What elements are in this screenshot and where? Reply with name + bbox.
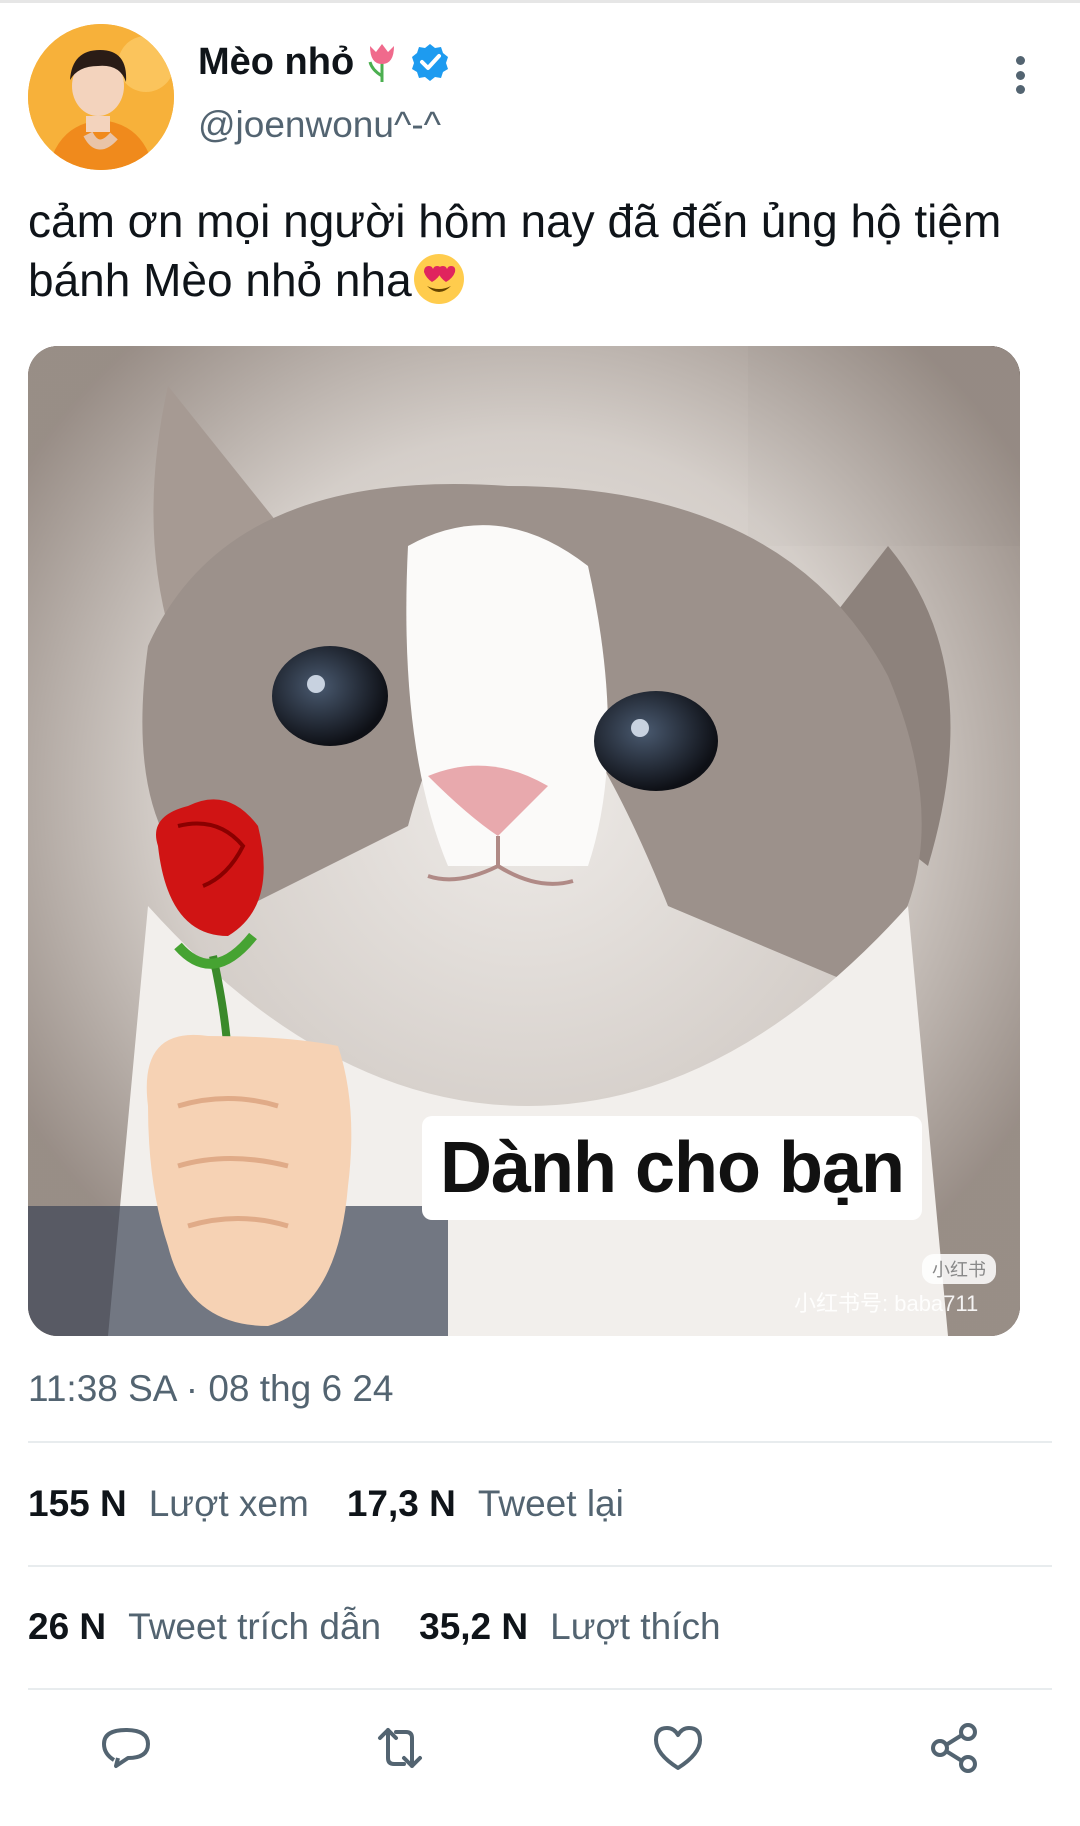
action-bar (0, 1720, 1080, 1790)
tweet-media[interactable]: Dành cho bạn 小红书 小红书号: baba711 (28, 346, 1020, 1336)
views-label: Lượt xem (148, 1483, 309, 1524)
heart-eyes-icon (413, 254, 464, 304)
more-dot (1015, 70, 1025, 80)
watermark-badge: 小红书 (922, 1254, 996, 1284)
tweet-timestamp[interactable]: 11:38 SA · 08 thg 6 24 (28, 1368, 393, 1410)
display-name[interactable]: Mèo nhỏ (198, 41, 354, 84)
divider (28, 1565, 1052, 1567)
more-dot (1015, 85, 1025, 94)
more-dot (1015, 56, 1025, 65)
like-button[interactable] (650, 1720, 706, 1776)
media-caption: Dành cho bạn (422, 1116, 922, 1220)
retweet-icon (378, 1728, 422, 1768)
likes-count[interactable]: 35,2 N (419, 1606, 528, 1648)
avatar[interactable] (28, 24, 174, 170)
retweets-count[interactable]: 17,3 N (347, 1483, 456, 1525)
top-border (0, 0, 1080, 3)
reply-icon (102, 1728, 150, 1768)
watermark-text: 小红书号: baba711 (794, 1291, 979, 1316)
more-options-icon[interactable] (1000, 50, 1040, 100)
divider (28, 1441, 1052, 1443)
likes-label[interactable]: Lượt thích (550, 1606, 720, 1648)
share-icon (931, 1723, 977, 1773)
retweet-button[interactable] (372, 1720, 428, 1776)
like-icon (654, 1726, 702, 1770)
tweet-text: cảm ơn mọi người hôm nay đã đến ủng hộ t… (28, 195, 1002, 306)
stats-row-1: 155 N Lượt xem 17,3 N Tweet lại (28, 1483, 662, 1525)
views-count: 155 N (28, 1483, 127, 1524)
quotes-label[interactable]: Tweet trích dẫn (128, 1606, 381, 1648)
retweets-label[interactable]: Tweet lại (478, 1483, 624, 1525)
divider (28, 1688, 1052, 1690)
reply-button[interactable] (98, 1720, 154, 1776)
share-button[interactable] (926, 1720, 982, 1776)
tweet-text-container: cảm ơn mọi người hôm nay đã đến ủng hộ t… (28, 192, 1028, 310)
tulip-icon (368, 44, 395, 82)
author-handle[interactable]: @joenwonu^-^ (198, 104, 441, 146)
author-name-row[interactable]: Mèo nhỏ (198, 40, 450, 84)
verified-badge-icon (412, 44, 449, 81)
quotes-count[interactable]: 26 N (28, 1606, 106, 1648)
stats-row-2: 26 N Tweet trích dẫn 35,2 N Lượt thích (28, 1606, 759, 1648)
